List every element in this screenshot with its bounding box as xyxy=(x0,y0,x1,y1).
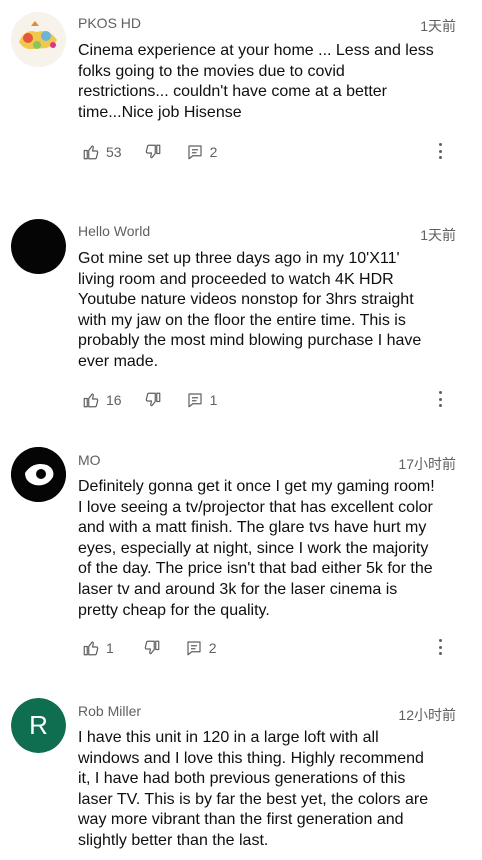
thumbs-down-icon xyxy=(144,640,160,655)
reply-button[interactable]: 2 xyxy=(185,639,217,657)
comment-reply-icon xyxy=(187,393,202,408)
like-count: 53 xyxy=(106,144,122,160)
comment-actions: 16 1 xyxy=(82,389,217,411)
like-button[interactable]: 53 xyxy=(82,143,122,161)
comment-author[interactable]: Rob Miller xyxy=(78,703,141,719)
comment-actions: 1 2 xyxy=(82,637,217,659)
thumbs-down-icon xyxy=(145,392,160,407)
more-options-button[interactable] xyxy=(437,639,443,659)
reply-count: 1 xyxy=(209,392,218,408)
comment-author[interactable]: Hello World xyxy=(78,223,150,239)
avatar-letter: R xyxy=(11,698,66,753)
reply-button[interactable]: 1 xyxy=(186,391,218,409)
comment-author[interactable]: PKOS HD xyxy=(78,15,141,31)
avatar[interactable] xyxy=(11,219,66,274)
comment-text: Got mine set up three days ago in my 10'… xyxy=(78,250,422,370)
like-count: 16 xyxy=(106,392,122,408)
avatar[interactable]: R xyxy=(11,698,66,753)
comment-text: Cinema experience at your home ... Less … xyxy=(78,42,434,121)
comment-author[interactable]: MO xyxy=(78,452,101,468)
dislike-button[interactable] xyxy=(143,639,161,657)
comment-text: Definitely gonna get it once I get my ga… xyxy=(78,478,435,619)
comment-reply-icon xyxy=(187,145,202,160)
like-count: 1 xyxy=(106,640,114,656)
comment-time: 1天前 xyxy=(420,18,456,34)
dislike-button[interactable] xyxy=(144,391,162,409)
reply-count: 2 xyxy=(208,640,217,656)
thumbs-up-icon xyxy=(83,145,99,160)
thumbs-up-icon xyxy=(83,393,99,408)
more-options-button[interactable] xyxy=(437,391,443,411)
reply-count: 2 xyxy=(209,144,218,160)
thumbs-up-icon xyxy=(83,641,99,656)
like-button[interactable]: 1 xyxy=(82,639,114,657)
comment-time: 1天前 xyxy=(420,227,456,243)
eye-avatar-icon xyxy=(11,447,66,502)
avatar[interactable] xyxy=(11,447,66,502)
comment-time: 12小时前 xyxy=(398,707,456,723)
comment-time: 17小时前 xyxy=(398,456,456,472)
more-options-button[interactable] xyxy=(437,143,443,163)
comment-reply-icon xyxy=(187,641,201,656)
comment-text: I have this unit in 120 in a large loft … xyxy=(78,729,429,849)
reply-button[interactable]: 2 xyxy=(186,143,218,161)
comment-actions: 53 2 xyxy=(82,141,217,163)
dislike-button[interactable] xyxy=(144,143,162,161)
thumbs-down-icon xyxy=(145,144,160,159)
decorative-avatar-icon xyxy=(11,12,66,67)
avatar[interactable] xyxy=(11,12,66,67)
like-button[interactable]: 16 xyxy=(82,391,122,409)
